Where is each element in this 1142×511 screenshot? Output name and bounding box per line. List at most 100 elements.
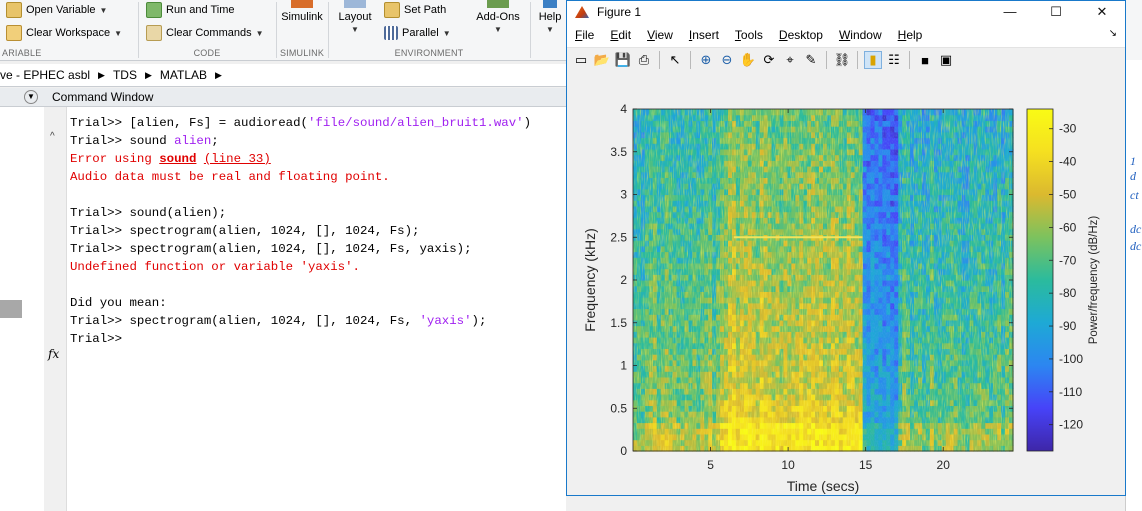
dock-arrow-icon[interactable]: ↘: [1109, 28, 1117, 39]
command-window[interactable]: Command Window ^ fx Trial>> [alien, Fs] …: [44, 88, 566, 511]
plot-area: 5 10 15 20 0 0.5 1 1.5 2 2.5 3 3.5 4 Time (secs) Frequ…: [567, 71, 1125, 495]
data-cursor-icon[interactable]: ⌖: [781, 51, 799, 69]
command-text: Trial>> sound: [70, 134, 175, 148]
figure-title: Figure 1: [597, 5, 642, 19]
simulink-button[interactable]: Simulink: [280, 0, 324, 23]
matlab-logo-icon: [575, 6, 589, 18]
breadcrumb-item[interactable]: TDS: [113, 68, 137, 82]
clear-workspace-button[interactable]: Clear Workspace ▼: [6, 23, 122, 43]
selected-row[interactable]: [0, 300, 22, 318]
menu-insert[interactable]: Insert: [681, 28, 727, 42]
brush-icon[interactable]: ✎: [802, 51, 820, 69]
menu-accelerator: H: [897, 28, 907, 42]
chevron-up-icon[interactable]: ^: [50, 131, 55, 142]
run-and-time-button[interactable]: Run and Time: [146, 0, 234, 20]
toolbar-separator: [659, 51, 660, 69]
command-line: Trial>>: [70, 330, 531, 348]
figure-title-bar[interactable]: Figure 1 — ☐ ✕: [567, 1, 1125, 23]
menu-label: elp: [906, 28, 923, 42]
open-file-icon[interactable]: 📂: [593, 51, 611, 69]
current-folder-breadcrumb[interactable]: ve - EPHEC asbl ▶ TDS ▶ MATLAB ▶: [0, 64, 566, 87]
link-icon[interactable]: ⛓: [833, 51, 851, 69]
command-line: Did you mean:: [70, 294, 531, 312]
menu-tools[interactable]: Tools: [727, 28, 771, 42]
colorbar-icon[interactable]: ▮: [864, 51, 882, 69]
save-icon[interactable]: 💾: [614, 51, 632, 69]
menu-window[interactable]: Window: [831, 28, 890, 42]
command-line: Trial>> [alien, Fs] = audioread('file/so…: [70, 114, 531, 132]
figure-window[interactable]: Figure 1 — ☐ ✕ File Edit View Insert Tools De…: [566, 0, 1126, 496]
menu-file[interactable]: File: [567, 28, 602, 42]
chevron-down-icon: ▼: [546, 25, 554, 34]
command-text: );: [471, 314, 487, 328]
scrollbar[interactable]: ^ fx: [44, 107, 67, 511]
chevron-down-icon: ▼: [99, 5, 108, 15]
chevron-down-icon: ▼: [351, 25, 359, 34]
pan-icon[interactable]: ✋: [739, 51, 757, 69]
menu-accelerator: D: [778, 28, 788, 42]
help-button[interactable]: Help ▼: [534, 0, 566, 35]
set-path-button[interactable]: Set Path: [384, 0, 446, 20]
dock-icon[interactable]: ▣: [937, 51, 955, 69]
hide-tools-icon[interactable]: ■: [916, 51, 934, 69]
print-icon[interactable]: ⎙: [635, 51, 653, 69]
command-text: Trial>> [alien, Fs] = audioread(: [70, 116, 308, 130]
add-ons-icon: [487, 0, 509, 8]
zoom-in-icon[interactable]: ⊕: [697, 51, 715, 69]
command-line: Error using sound (line 33): [70, 150, 531, 168]
command-text[interactable]: (line 33): [204, 152, 271, 166]
chevron-right-icon: ▶: [98, 69, 105, 80]
menu-edit[interactable]: Edit: [602, 28, 639, 42]
panel-actions-icon[interactable]: ▼: [24, 90, 38, 104]
figure-toolbar: ▭ 📂 💾 ⎙ ↖ ⊕ ⊖ ✋ ⟳ ⌖ ✎ ⛓ ▮ ☷ ■ ▣: [567, 47, 1125, 73]
legend-icon[interactable]: ☷: [885, 51, 903, 69]
chevron-right-icon: ▶: [215, 69, 222, 80]
breadcrumb-item[interactable]: MATLAB: [160, 68, 207, 82]
command-line: Trial>> sound(alien);: [70, 204, 531, 222]
folder-icon: [384, 2, 400, 18]
command-text: Did you mean:: [70, 296, 167, 310]
parallel-icon: [384, 26, 398, 40]
toolbar-separator: [690, 51, 691, 69]
menu-label: ools: [740, 28, 763, 42]
menu-label: indow: [850, 28, 882, 42]
minimize-button[interactable]: —: [987, 1, 1033, 23]
chevron-down-icon: ▼: [494, 25, 502, 34]
new-figure-icon[interactable]: ▭: [572, 51, 590, 69]
layout-button[interactable]: Layout ▼: [333, 0, 377, 35]
open-variable-button[interactable]: Open Variable ▼: [6, 0, 107, 20]
menu-label: dit: [618, 28, 632, 42]
toolbar-separator: [909, 51, 910, 69]
rotate-icon[interactable]: ⟳: [760, 51, 778, 69]
left-panel: ▼: [0, 88, 45, 511]
menu-label: ile: [582, 28, 595, 42]
figure-menu-bar: File Edit View Insert Tools Desktop Window Help…: [567, 23, 1125, 47]
close-button[interactable]: ✕: [1079, 1, 1125, 23]
command-line: [70, 186, 531, 204]
function-browser-icon[interactable]: fx: [48, 347, 59, 361]
command-output[interactable]: Trial>> [alien, Fs] = audioread('file/so…: [70, 114, 531, 348]
clear-commands-button[interactable]: Clear Commands ▼: [146, 23, 264, 43]
command-text: Audio data must be real and floating poi…: [70, 170, 390, 184]
open-variable-icon: [6, 2, 22, 18]
command-line: Trial>> spectrogram(alien, 1024, [], 102…: [70, 222, 531, 240]
chevron-down-icon: ▼: [114, 28, 123, 38]
pointer-icon[interactable]: ↖: [666, 51, 684, 69]
command-text: ): [523, 116, 532, 130]
workspace-panel-edge: 1 d ct dc dc: [1125, 60, 1142, 511]
maximize-button[interactable]: ☐: [1033, 1, 1079, 23]
left-panel-header: ▼: [0, 88, 44, 107]
menu-accelerator: V: [647, 28, 655, 42]
parallel-button[interactable]: Parallel ▼: [384, 23, 451, 43]
command-text: Undefined function or variable 'yaxis'.: [70, 260, 360, 274]
add-ons-button[interactable]: Add-Ons ▼: [470, 0, 526, 35]
breadcrumb-item[interactable]: ve - EPHEC asbl: [0, 68, 90, 82]
menu-view[interactable]: View: [639, 28, 681, 42]
command-text[interactable]: sound: [159, 152, 196, 166]
menu-label: nsert: [692, 28, 719, 42]
simulink-icon: [291, 0, 313, 8]
ribbon-divider: [530, 2, 531, 58]
menu-help[interactable]: Help: [890, 28, 931, 42]
zoom-out-icon[interactable]: ⊖: [718, 51, 736, 69]
menu-desktop[interactable]: Desktop: [771, 28, 831, 42]
